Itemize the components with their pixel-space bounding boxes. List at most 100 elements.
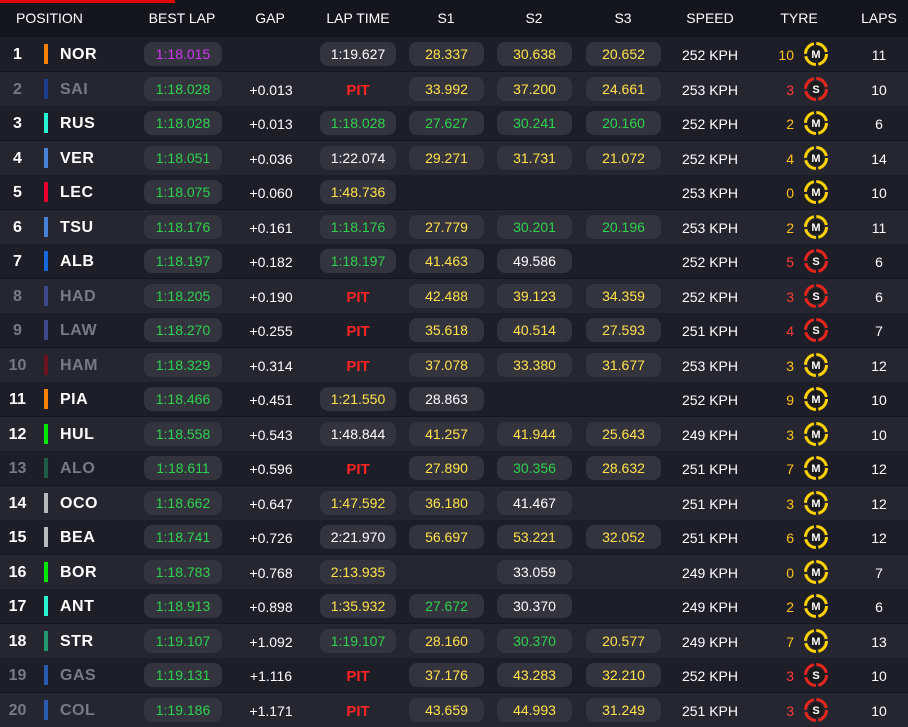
driver-row[interactable]: 11 PIA 1:18.466 +0.451 1:21.550 28.863 252 KPH… (0, 382, 908, 416)
laps-count: 7 (875, 564, 883, 581)
sector-s2-time: 41.467 (497, 490, 572, 515)
sector-s3-time (586, 491, 661, 515)
tyre-age: 2 (786, 599, 794, 615)
driver-code: VER (60, 149, 95, 167)
sector-s2-time: 41.944 (497, 421, 572, 446)
header-gap: GAP (255, 10, 285, 26)
driver-row[interactable]: 17 ANT 1:18.913 +0.898 1:35.932 27.672 30.370 2… (0, 589, 908, 623)
position-number: 20 (8, 701, 27, 719)
team-color-bar (44, 527, 48, 547)
driver-row[interactable]: 6 TSU 1:18.176 +0.161 1:18.176 27.779 30.201 20… (0, 209, 908, 244)
best-lap-time: 1:18.611 (144, 456, 222, 480)
tyre-compound-letter: M (811, 567, 820, 579)
sector-s1-time (409, 560, 484, 584)
position-number: 16 (8, 563, 27, 581)
speed-value: 252 KPH (681, 47, 739, 63)
position-number: 6 (13, 218, 22, 236)
header-s3: S3 (614, 10, 632, 26)
header-lap-time: LAP TIME (326, 10, 390, 26)
speed-value: 253 KPH (681, 185, 739, 201)
team-color-bar (44, 285, 48, 306)
sector-s2-time (497, 180, 572, 204)
sector-s3-time: 34.359 (586, 283, 661, 308)
pit-indicator: PIT (346, 323, 370, 340)
laps-count: 13 (871, 633, 887, 650)
tyre-compound-letter: M (811, 636, 820, 648)
best-lap-time: 1:19.107 (144, 628, 222, 653)
driver-code: COL (60, 701, 96, 719)
driver-row[interactable]: 15 BEA 1:18.741 +0.726 2:21.970 56.697 53.221 3… (0, 520, 908, 554)
team-color-bar (44, 561, 48, 582)
tyre-age: 0 (786, 564, 794, 581)
header-row: POSITION BEST LAP GAP LAP TIME S1 S2 S3 … (0, 0, 908, 37)
soft-tyre-icon: S (804, 76, 828, 101)
driver-row[interactable]: 14 OCO 1:18.662 +0.647 1:47.592 36.180 41.467 2… (0, 485, 908, 520)
sector-s1-time: 56.697 (409, 525, 484, 549)
driver-row[interactable]: 2 SAI 1:18.028 +0.013 PIT 33.992 37.200 24.661 2… (0, 71, 908, 106)
driver-code: HUL (60, 425, 95, 443)
best-lap-time: 1:18.662 (144, 490, 222, 515)
position-number: 15 (8, 529, 27, 546)
laps-count: 10 (871, 392, 887, 408)
soft-tyre-icon: S (804, 697, 828, 722)
medium-tyre-icon: M (804, 352, 828, 377)
tyre-age: 9 (786, 392, 794, 408)
sector-s1-time: 29.271 (409, 145, 484, 170)
tyre-age: 2 (786, 116, 794, 132)
tyre-compound-letter: S (812, 670, 819, 682)
position-number: 7 (13, 253, 22, 270)
laps-count: 10 (871, 426, 887, 443)
driver-row[interactable]: 13 ALO 1:18.611 +0.596 PIT 27.890 30.356 28.632… (0, 451, 908, 485)
laps-count: 10 (871, 81, 887, 98)
best-lap-time: 1:19.186 (144, 697, 222, 722)
lap-time: 1:47.592 (320, 490, 396, 515)
tyre-age: 3 (786, 495, 794, 512)
driver-row[interactable]: 20 COL 1:19.186 +1.171 PIT 43.659 44.993 31.249… (0, 692, 908, 727)
driver-code: ANT (60, 598, 95, 615)
driver-code: RUS (60, 115, 96, 132)
driver-row[interactable]: 1 NOR 1:18.015 1:19.627 28.337 30.638 20.652 25… (0, 37, 908, 71)
pit-indicator: PIT (346, 288, 370, 306)
gap-value: +0.451 (249, 392, 293, 408)
position-number: 3 (13, 115, 22, 132)
speed-value: 251 KPH (681, 461, 739, 477)
laps-count: 14 (871, 150, 887, 167)
speed-value: 252 KPH (681, 254, 739, 270)
header-best-lap: BEST LAP (148, 10, 216, 26)
soft-tyre-icon: S (804, 249, 828, 273)
lap-time: 1:18.028 (320, 111, 396, 135)
driver-row[interactable]: 8 HAD 1:18.205 +0.190 PIT 42.488 39.123 34.359 2… (0, 278, 908, 313)
tyre-compound-letter: S (812, 705, 819, 717)
driver-row[interactable]: 5 LEC 1:18.075 +0.060 1:48.736 253 KPH 0 M 10 (0, 175, 908, 209)
driver-row[interactable]: 18 STR 1:19.107 +1.092 1:19.107 28.160 30.370 2… (0, 623, 908, 658)
driver-row[interactable]: 16 BOR 1:18.783 +0.768 2:13.935 33.059 249 KPH… (0, 554, 908, 589)
laps-count: 6 (875, 599, 883, 615)
tyre-compound-letter: M (811, 360, 820, 372)
sector-s1-time: 27.890 (409, 456, 484, 480)
driver-row[interactable]: 12 HUL 1:18.558 +0.543 1:48.844 41.257 41.944 2… (0, 416, 908, 451)
tyre-age: 3 (786, 668, 794, 684)
driver-row[interactable]: 4 VER 1:18.051 +0.036 1:22.074 29.271 31.731 21… (0, 140, 908, 175)
team-color-bar (44, 147, 48, 168)
tyre-compound-letter: S (812, 291, 819, 303)
team-color-bar (44, 44, 48, 64)
speed-value: 252 KPH (681, 150, 739, 167)
tyre-age: 5 (786, 254, 794, 270)
sector-s2-time: 53.221 (497, 525, 572, 549)
lap-time: 1:19.627 (320, 42, 396, 66)
medium-tyre-icon: M (804, 490, 828, 515)
sector-s2-time: 37.200 (497, 76, 572, 101)
driver-row[interactable]: 7 ALB 1:18.197 +0.182 1:18.197 41.463 49.586 25… (0, 244, 908, 278)
driver-row[interactable]: 10 HAM 1:18.329 +0.314 PIT 37.078 33.380 31.677… (0, 347, 908, 382)
speed-value: 249 KPH (681, 633, 739, 650)
sector-s3-time: 20.196 (586, 214, 661, 239)
speed-value: 249 KPH (681, 564, 739, 581)
tyre-compound-letter: M (811, 498, 820, 510)
tyre-compound-letter: M (811, 153, 820, 165)
driver-row[interactable]: 9 LAW 1:18.270 +0.255 PIT 35.618 40.514 27.593 2… (0, 313, 908, 347)
driver-row[interactable]: 19 GAS 1:19.131 +1.116 PIT 37.176 43.283 32.210… (0, 658, 908, 692)
driver-row[interactable]: 3 RUS 1:18.028 +0.013 1:18.028 27.627 30.241 20… (0, 106, 908, 140)
sector-s3-time: 25.643 (586, 421, 661, 446)
tyre-age: 3 (786, 81, 794, 98)
gap-value: +0.314 (249, 357, 293, 374)
